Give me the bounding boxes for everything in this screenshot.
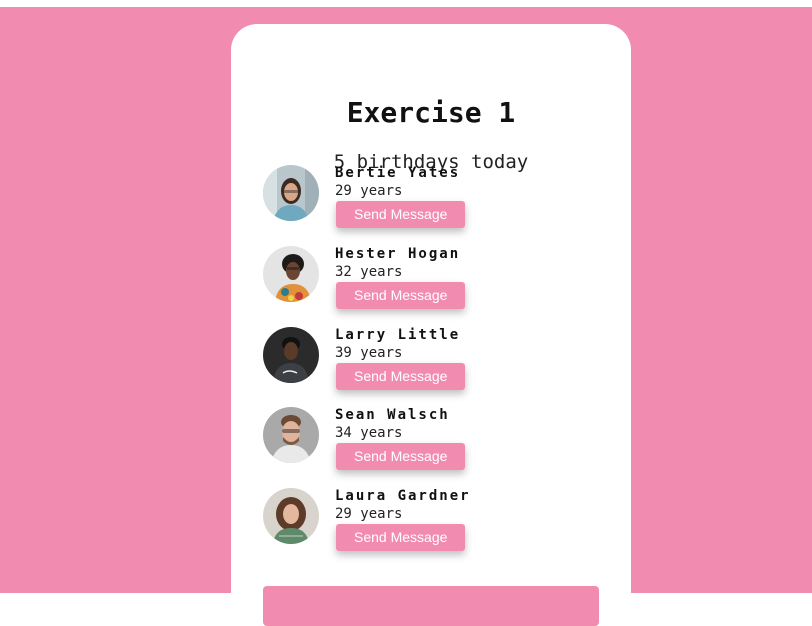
send-message-button[interactable]: Send Message (336, 363, 466, 390)
send-message-button[interactable]: Send Message (336, 282, 466, 309)
person-name: Laura Gardner (335, 488, 471, 504)
list-item: Bertie Yates 29 years Send Message (263, 165, 603, 235)
person-name: Bertie Yates (335, 165, 461, 181)
person-name: Sean Walsch (335, 407, 450, 423)
avatar (263, 165, 319, 221)
avatar (263, 246, 319, 302)
send-message-button[interactable]: Send Message (336, 524, 466, 551)
person-age: 29 years (335, 183, 403, 199)
avatar (263, 407, 319, 463)
list-item: Sean Walsch 34 years Send Message (263, 407, 603, 477)
avatar (263, 488, 319, 544)
portrait-man-dark-background-icon (263, 327, 319, 383)
person-age: 39 years (335, 345, 403, 361)
person-name: Hester Hogan (335, 246, 461, 262)
send-message-button[interactable]: Send Message (336, 443, 466, 470)
send-message-button[interactable]: Send Message (336, 201, 466, 228)
portrait-woman-curly-hair-icon (263, 488, 319, 544)
clear-all-button[interactable] (263, 586, 599, 626)
person-age: 32 years (335, 264, 403, 280)
list-item: Larry Little 39 years Send Message (263, 327, 603, 397)
list-item: Laura Gardner 29 years Send Message (263, 488, 603, 558)
page-title: Exercise 1 (346, 96, 516, 129)
person-age: 29 years (335, 506, 403, 522)
portrait-woman-braids-icon (263, 246, 319, 302)
person-age: 34 years (335, 425, 403, 441)
person-name: Larry Little (335, 327, 461, 343)
birthday-card: Exercise 1 5 birthdays today Bertie Yate… (231, 24, 631, 626)
portrait-man-glasses-beard-icon (263, 407, 319, 463)
avatar (263, 327, 319, 383)
list-item: Hester Hogan 32 years Send Message (263, 246, 603, 316)
portrait-woman-glasses-icon (263, 165, 319, 221)
